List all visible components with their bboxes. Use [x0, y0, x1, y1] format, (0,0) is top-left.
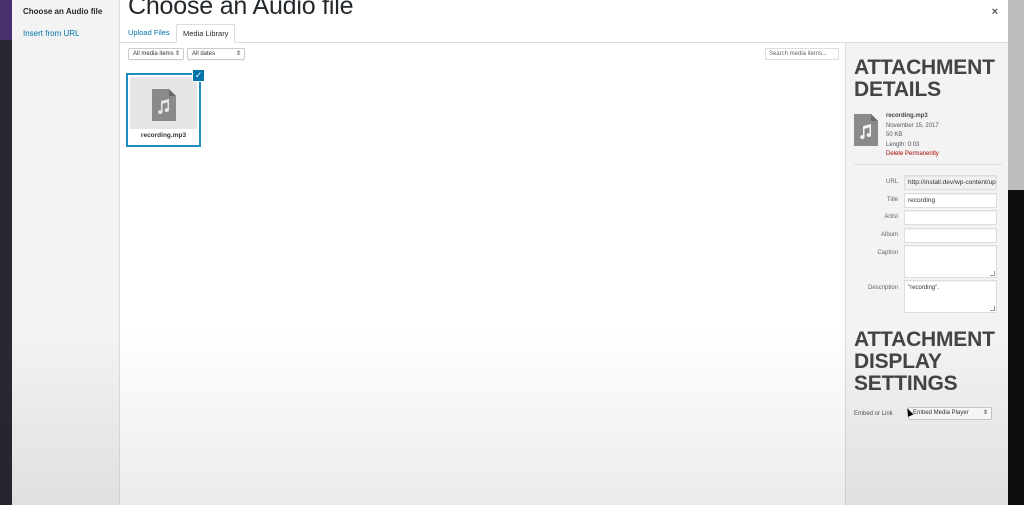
media-toolbar: All media items ⇕ All dates ⇕ Search med… — [120, 43, 845, 65]
album-label: Album — [880, 232, 898, 238]
chevron-updown-icon: ⇕ — [235, 51, 241, 57]
caption-field[interactable] — [904, 245, 997, 278]
description-label: Description — [867, 285, 898, 291]
title-field[interactable]: recording — [904, 193, 997, 208]
attachment-thumbnail — [130, 77, 197, 129]
date-filter-value: All dates — [192, 51, 216, 57]
details-date: November 15, 2017 — [886, 122, 939, 129]
artist-field[interactable] — [904, 210, 997, 225]
backdrop-left — [0, 0, 12, 505]
details-length: Length: 0:03 — [886, 141, 920, 148]
router-tabs: Upload Files Media Library — [120, 22, 1008, 43]
chevron-updown-icon: ⇕ — [982, 410, 988, 416]
attachment-filename: recording.mp3 — [140, 132, 187, 139]
menu-item-insert-from-url[interactable]: Insert from URL — [12, 28, 119, 50]
media-menu: Choose an Audio file Insert from URL — [12, 0, 120, 505]
url-field[interactable]: http://install.dev/wp-content/uploads/20… — [904, 175, 997, 190]
checkmark-icon[interactable]: ✓ — [192, 69, 205, 82]
title-label: Title — [886, 197, 898, 203]
audio-file-icon — [854, 114, 878, 146]
details-filename: recording.mp3 — [886, 113, 928, 119]
chevron-updown-icon: ⇕ — [174, 51, 180, 57]
media-type-filter-value: All media items — [133, 51, 174, 57]
embed-or-link-label: Embed or Link — [854, 411, 893, 417]
backdrop-panel — [1008, 0, 1024, 190]
attachment-details-heading-text: ATTACHMENT DETAILS — [854, 57, 995, 101]
artist-label: Artist — [884, 214, 898, 220]
divider — [854, 164, 1002, 165]
media-type-filter[interactable]: All media items ⇕ — [128, 48, 184, 60]
display-settings-heading-text: ATTACHMENT DISPLAY SETTINGS — [854, 329, 995, 395]
resize-handle-icon[interactable] — [990, 271, 995, 276]
close-icon[interactable]: × — [992, 6, 998, 18]
url-label: URL — [885, 179, 898, 185]
attachment-details-heading: ATTACHMENT DETAILS — [854, 57, 1004, 101]
audio-file-icon — [152, 89, 176, 121]
tab-upload-files[interactable]: Upload Files — [122, 24, 176, 43]
backdrop-accent — [0, 0, 12, 40]
display-settings-heading: ATTACHMENT DISPLAY SETTINGS — [854, 329, 1004, 395]
details-size: 50 KB — [886, 132, 903, 138]
embed-or-link-select[interactable]: Embed Media Player ⇕ — [908, 407, 992, 420]
search-input[interactable]: Search media items... — [765, 48, 839, 60]
attachment-info: recording.mp3 November 15, 2017 50 KB Le… — [886, 112, 939, 160]
description-value: "recording". — [908, 285, 939, 291]
menu-item-choose-audio[interactable]: Choose an Audio file — [12, 6, 119, 28]
delete-permanently-link[interactable]: Delete Permanently — [886, 150, 939, 160]
attachment-item[interactable]: recording.mp3 ✓ — [126, 69, 205, 147]
resize-handle-icon[interactable] — [990, 306, 995, 311]
tab-media-library[interactable]: Media Library — [176, 24, 236, 43]
modal-title: Choose an Audio file — [128, 0, 354, 20]
attachment-details-sidebar: ATTACHMENT DETAILS recording.mp3 Novembe… — [845, 43, 1008, 505]
album-field[interactable] — [904, 228, 997, 243]
backdrop-right — [1008, 0, 1024, 505]
backdrop-dark — [1008, 190, 1024, 505]
date-filter[interactable]: All dates ⇕ — [187, 48, 245, 60]
description-field[interactable]: "recording". — [904, 280, 997, 313]
media-modal: Choose an Audio file Insert from URL Cho… — [12, 0, 1008, 505]
embed-or-link-value: Embed Media Player — [913, 410, 969, 416]
caption-label: Caption — [877, 250, 898, 256]
